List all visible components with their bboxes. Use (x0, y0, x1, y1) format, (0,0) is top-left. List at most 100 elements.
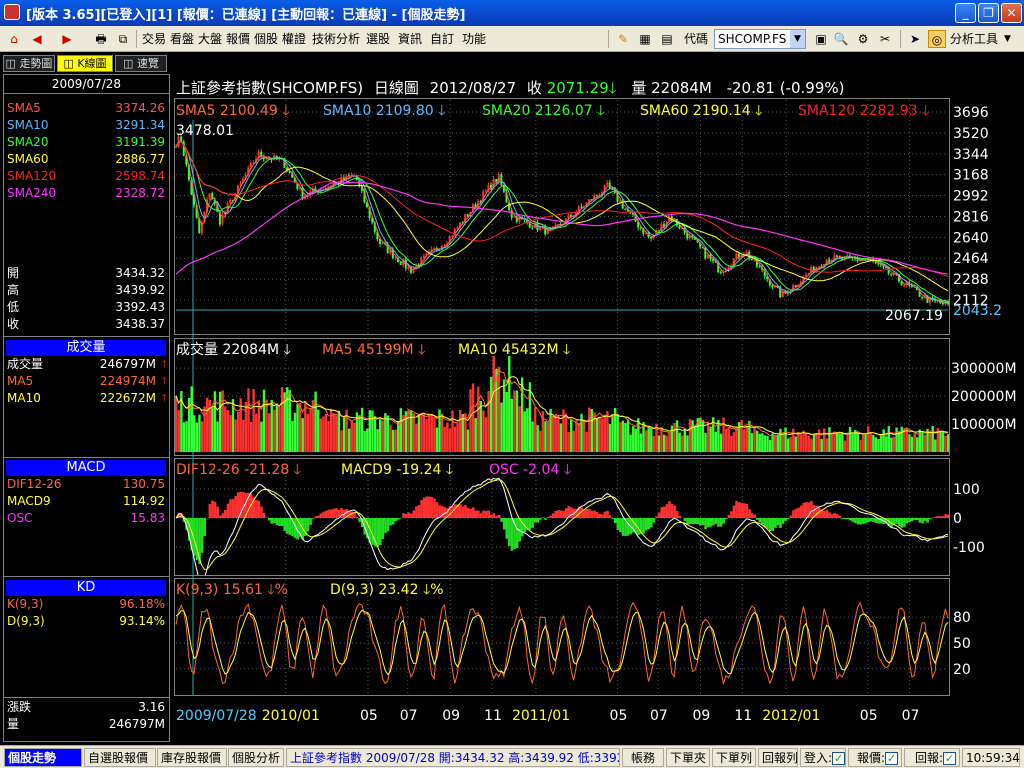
chart-search-icon[interactable]: ▣ (812, 30, 830, 48)
status-ticker: 上証參考指數 2009/07/28 開:3434.32 高:3439.92 低:… (286, 748, 620, 767)
status-tab-stock-trend[interactable]: 個股走勢 (4, 748, 82, 767)
chart-date: 2012/08/27 (429, 79, 517, 97)
price-tick-label: 2288 (953, 272, 989, 288)
price-tick-label: 2992 (953, 189, 989, 205)
up-arrow-icon: 🡑 (161, 359, 167, 370)
menu-item-7[interactable]: 選股 (366, 30, 390, 48)
indicator-row: K(9,3) 96.18% (7, 597, 165, 611)
last-price-label: 2043.2 (953, 303, 1002, 319)
indicator-row: MA10 222672M 🡑 (7, 391, 167, 405)
x-tick-label: 07 (400, 708, 418, 724)
login-status: 登入: ✓ (800, 748, 846, 767)
tab-overview[interactable]: ◫ 速覽 (115, 55, 167, 72)
account-button[interactable]: 帳務 (622, 748, 664, 767)
home-icon[interactable]: ⌂ (5, 30, 23, 48)
x-tick-label: 09 (442, 708, 460, 724)
clock: 10:59:34 (962, 748, 1020, 767)
x-tick-label: 11 (484, 708, 502, 724)
cursor-icon[interactable]: ➤ (906, 30, 924, 48)
price-tick-label: 2464 (953, 251, 989, 267)
pen-icon[interactable]: ✎ (614, 30, 632, 48)
tab-trend[interactable]: ◫ 走勢圖 (3, 55, 55, 72)
window-titlebar: [版本 3.65][已登入][1] [報價：已連線] [主動回報：已連線] - … (0, 0, 1024, 26)
menu-item-3[interactable]: 報價 (226, 30, 250, 48)
analysis-icon[interactable]: ◎ (928, 30, 946, 48)
indicator-row: DIF12-26 130.75 (7, 477, 165, 491)
menu-item-4[interactable]: 個股 (254, 30, 278, 48)
menu-item-10[interactable]: 功能 (462, 30, 486, 48)
calendar-icon[interactable]: ▦ (636, 30, 654, 48)
volume-tick-label: 300000M (951, 361, 1017, 377)
print-icon[interactable]: 🖶 (92, 30, 110, 48)
up-arrow-icon: 🡑 (161, 376, 167, 387)
menu-item-9[interactable]: 自訂 (430, 30, 454, 48)
quote-checkbox[interactable]: ✓ (885, 752, 898, 765)
menu-item-5[interactable]: 權證 (282, 30, 306, 48)
report-checkbox[interactable]: ✓ (943, 752, 956, 765)
tools-icon[interactable]: ✂ (876, 30, 894, 48)
macd-panel[interactable] (174, 458, 950, 576)
back-icon[interactable]: ◀ (28, 30, 46, 48)
kd-panel[interactable] (174, 578, 950, 696)
price-tick-label: 3696 (953, 105, 989, 121)
change-row: 漲跌 3.16 (7, 700, 165, 714)
analysis-tools-arrow[interactable]: ▼ (1004, 30, 1011, 48)
minimize-button[interactable]: _ (955, 3, 976, 23)
close-value: 2071.29 (546, 79, 609, 97)
down-arrow-icon: 🡓 (608, 79, 617, 97)
indicator-row: SMA240 2328.72 (7, 186, 165, 200)
kd-section-title: KD (6, 580, 166, 596)
status-tab-watchlist[interactable]: 自選股報價 (84, 748, 156, 767)
document-icon[interactable]: ▤ (658, 30, 676, 48)
x-tick-label: 05 (610, 708, 628, 724)
analysis-tools-menu[interactable]: 分析工具 (950, 30, 998, 48)
indicator-row: SMA60 2886.77 (7, 152, 165, 166)
order-folder-button[interactable]: 下單夾 (666, 748, 710, 767)
forward-icon[interactable]: ▶ (58, 30, 76, 48)
indicator-row: SMA20 3191.39 (7, 135, 165, 149)
indicator-row: D(9,3) 93.14% (7, 614, 165, 628)
indicator-row: 成交量 246797M 🡑 (7, 357, 167, 371)
indicator-row: SMA10 3291.34 (7, 118, 165, 132)
close-button[interactable]: ✕ (1001, 3, 1022, 23)
price-tick-label: 3168 (953, 168, 989, 184)
volume-panel[interactable] (174, 338, 950, 456)
menu-item-0[interactable]: 交易 (142, 30, 166, 48)
settings-icon[interactable]: ⚙ (854, 30, 872, 48)
x-tick-label: 2011/01 (512, 708, 570, 724)
menu-item-8[interactable]: 資訊 (398, 30, 422, 48)
menu-item-2[interactable]: 大盤 (198, 30, 222, 48)
price-panel[interactable] (174, 98, 950, 335)
order-bar-button[interactable]: 下單列 (712, 748, 756, 767)
x-tick-label: 05 (860, 708, 878, 724)
menu-item-1[interactable]: 看盤 (170, 30, 194, 48)
indicator-row: SMA120 2598.74 (7, 169, 165, 183)
app-icon (4, 4, 20, 20)
login-checkbox[interactable]: ✓ (832, 752, 846, 765)
search-icon[interactable]: 🔍 (832, 30, 850, 48)
x-tick-label: 2012/01 (762, 708, 820, 724)
status-bar: 個股走勢 自選股報價 庫存股報價 個股分析 上証參考指數 2009/07/28 … (0, 745, 1024, 768)
report-status: 回報: ✓ (904, 748, 960, 767)
export-icon[interactable]: ⧉ (114, 30, 132, 48)
volume-tick-label: 200000M (951, 389, 1017, 405)
price-tick-label: 2640 (953, 230, 989, 246)
menu-item-6[interactable]: 技術分析 (312, 30, 360, 48)
kd-tick-label: 80 (953, 610, 971, 626)
report-bar-button[interactable]: 回報列 (758, 748, 798, 767)
x-tick-label: 11 (734, 708, 752, 724)
price-tick-label: 3344 (953, 147, 989, 163)
macd-tick-label: -100 (953, 540, 985, 556)
up-arrow-icon: 🡑 (161, 393, 167, 404)
restore-button[interactable]: ❐ (978, 3, 999, 23)
quote-status: 報價: ✓ (848, 748, 902, 767)
price-tick-label: 3520 (953, 126, 989, 142)
chevron-down-icon[interactable]: ▼ (790, 30, 805, 48)
view-tabs: ◫ 走勢圖 ◫ K線圖 ◫ 速覽 (3, 55, 170, 72)
selected-date: 2009/07/28 (3, 74, 170, 94)
status-tab-analysis[interactable]: 個股分析 (228, 748, 284, 767)
status-tab-inventory[interactable]: 庫存股報價 (157, 748, 227, 767)
code-input[interactable]: SHCOMP.FS ▼ (714, 29, 806, 49)
tab-kline[interactable]: ◫ K線圖 (57, 55, 113, 72)
kd-tick-label: 20 (953, 662, 971, 678)
